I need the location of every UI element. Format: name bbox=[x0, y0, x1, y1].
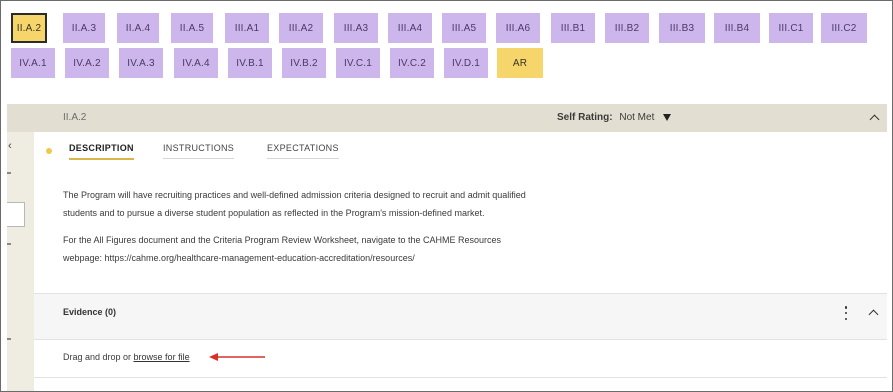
sidebar-tick-mark bbox=[7, 338, 11, 340]
evidence-section-header: Evidence (0) bbox=[34, 294, 887, 339]
tab-IV-D-1[interactable]: IV.D.1 bbox=[444, 48, 488, 78]
tab-III-A6[interactable]: III.A6 bbox=[496, 13, 540, 43]
dropzone-prefix-text: Drag and drop or bbox=[63, 352, 134, 362]
sidebar-tick-mark bbox=[7, 172, 11, 174]
description-body: The Program will have recruiting practic… bbox=[63, 186, 533, 267]
left-sidebar-strip: ‹ bbox=[7, 132, 34, 391]
resources-paragraph: For the All Figures document and the Cri… bbox=[63, 235, 502, 263]
tab-III-A1[interactable]: III.A1 bbox=[225, 13, 269, 43]
tab-instructions[interactable]: INSTRUCTIONS bbox=[163, 143, 235, 159]
tab-III-A4[interactable]: III.A4 bbox=[388, 13, 432, 43]
criterion-header: II.A.2 Self Rating: Not Met bbox=[7, 104, 887, 132]
tab-description[interactable]: DESCRIPTION bbox=[69, 143, 134, 160]
tab-II-A-4[interactable]: II.A.4 bbox=[117, 13, 159, 43]
tab-IV-A-1[interactable]: IV.A.1 bbox=[11, 48, 55, 78]
chevron-left-icon[interactable]: ‹ bbox=[8, 140, 12, 152]
tab-III-A3[interactable]: III.A3 bbox=[334, 13, 378, 43]
tab-III-B4[interactable]: III.B4 bbox=[714, 13, 760, 43]
tab-IV-A-3[interactable]: IV.A.3 bbox=[119, 48, 163, 78]
tab-IV-A-2[interactable]: IV.A.2 bbox=[65, 48, 109, 78]
tab-III-B1[interactable]: III.B1 bbox=[551, 13, 595, 43]
caret-down-icon bbox=[663, 113, 672, 121]
browse-for-file-link[interactable]: browse for file bbox=[134, 352, 190, 362]
section-divider bbox=[34, 377, 887, 378]
tab-III-A5[interactable]: III.A5 bbox=[442, 13, 486, 43]
sidebar-input-box[interactable] bbox=[7, 202, 25, 227]
evidence-label: Evidence (0) bbox=[63, 307, 117, 317]
collapse-chevron-up-icon[interactable] bbox=[869, 114, 880, 125]
criterion-code: II.A.2 bbox=[63, 112, 87, 123]
tab-III-B3[interactable]: III.B3 bbox=[659, 13, 705, 43]
tab-IV-A-4[interactable]: IV.A.4 bbox=[174, 48, 218, 78]
tab-III-B2[interactable]: III.B2 bbox=[605, 13, 649, 43]
tab-expectations[interactable]: EXPECTATIONS bbox=[267, 143, 339, 159]
tab-II-A-5[interactable]: II.A.5 bbox=[171, 13, 213, 43]
self-rating-value: Not Met bbox=[619, 112, 655, 123]
tab-II-A-3[interactable]: II.A.3 bbox=[63, 13, 105, 43]
tab-IV-C-2[interactable]: IV.C.2 bbox=[390, 48, 434, 78]
evidence-collapse-chevron-up-icon[interactable] bbox=[868, 309, 879, 320]
sidebar-tick-mark bbox=[7, 243, 11, 245]
tab-AR[interactable]: AR bbox=[497, 48, 543, 78]
red-arrow-icon bbox=[209, 353, 265, 361]
tab-III-C2[interactable]: III.C2 bbox=[821, 13, 867, 43]
description-paragraph: The Program will have recruiting practic… bbox=[63, 190, 526, 218]
tab-IV-C-1[interactable]: IV.C.1 bbox=[336, 48, 380, 78]
self-rating-dropdown[interactable]: Self Rating: Not Met bbox=[557, 112, 672, 123]
self-rating-label: Self Rating: bbox=[557, 112, 613, 123]
status-dot-icon bbox=[46, 148, 52, 154]
section-divider bbox=[34, 339, 887, 340]
tab-II-A-2[interactable]: II.A.2 bbox=[11, 13, 47, 43]
more-options-icon[interactable] bbox=[844, 306, 848, 320]
file-dropzone[interactable]: Drag and drop or browse for file bbox=[63, 352, 190, 362]
tab-III-C1[interactable]: III.C1 bbox=[769, 13, 813, 43]
tab-IV-B-1[interactable]: IV.B.1 bbox=[228, 48, 272, 78]
app-frame: II.A.2 II.A.3 II.A.4 II.A.5 III.A1 III.A… bbox=[0, 0, 893, 392]
tab-IV-B-2[interactable]: IV.B.2 bbox=[282, 48, 326, 78]
tab-III-A2[interactable]: III.A2 bbox=[279, 13, 323, 43]
